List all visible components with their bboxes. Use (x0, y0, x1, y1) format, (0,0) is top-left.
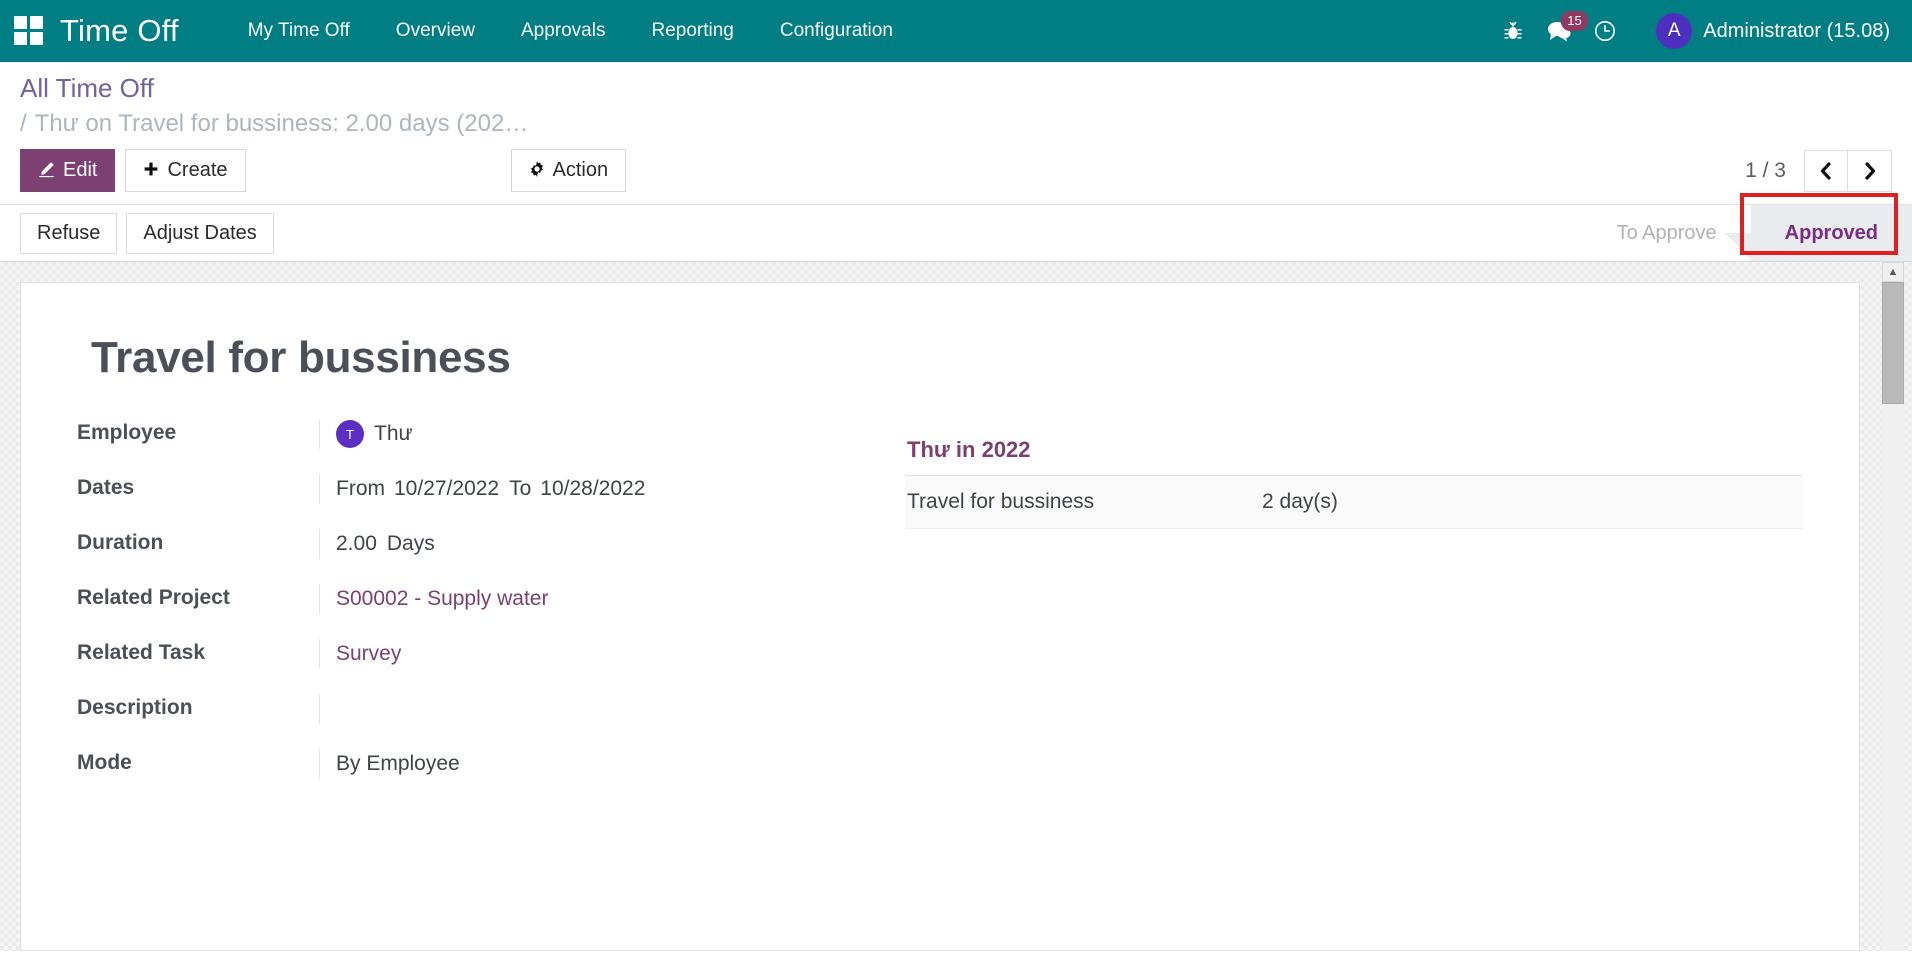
summary-leave-quantity: 2 day(s) (1262, 490, 1338, 514)
field-dates-label: Dates (77, 474, 319, 500)
menu-item-approvals[interactable]: Approvals (498, 11, 629, 51)
field-related-project: Related Project S00002 - Supply water (77, 584, 877, 614)
pencil-icon (38, 161, 55, 181)
chevron-right-icon[interactable] (1848, 150, 1892, 192)
messages-icon[interactable]: 15 (1536, 8, 1582, 54)
user-name-label: Administrator (15.08) (1703, 20, 1890, 43)
avatar: T (336, 420, 364, 448)
date-to-value: 10/28/2022 (540, 477, 645, 501)
field-mode: Mode By Employee (77, 749, 877, 779)
scrollbar-thumb[interactable] (1882, 282, 1904, 404)
status-stages: To Approve Approved (1583, 205, 1912, 261)
edit-button[interactable]: Edit (20, 149, 115, 192)
field-dates: Dates From 10/27/2022 To 10/28/2022 (77, 474, 877, 504)
form-columns: Employee T Thư Dates From 10/27/2022 (77, 419, 1803, 804)
field-duration: Duration 2.00 Days (77, 529, 877, 559)
breadcrumb-current-row: / Thư on Travel for bussiness: 2.00 days… (20, 110, 720, 138)
menu-item-reporting[interactable]: Reporting (628, 11, 756, 51)
status-stage-approved-label: Approved (1785, 222, 1878, 245)
refuse-button[interactable]: Refuse (20, 213, 117, 254)
field-employee-label: Employee (77, 419, 319, 445)
field-duration-number: 2.00 (336, 532, 377, 556)
menu-item-my-time-off[interactable]: My Time Off (225, 11, 373, 51)
field-employee: Employee T Thư (77, 419, 877, 449)
date-from-group: From 10/27/2022 (336, 477, 499, 501)
create-button-label: Create (167, 158, 227, 183)
form-sheet: Travel for bussiness Employee T Thư Date… (20, 282, 1860, 951)
action-button-label: Action (553, 158, 609, 183)
app-brand-title[interactable]: Time Off (60, 13, 179, 49)
field-related-task: Related Task Survey (77, 639, 877, 669)
breadcrumb-current-record: Thư on Travel for bussiness: 2.00 days (… (35, 110, 529, 138)
date-to-prefix: To (509, 477, 531, 501)
pager: 1 / 3 (1745, 150, 1892, 192)
status-stage-to-approve-label: To Approve (1617, 222, 1717, 245)
field-duration-value[interactable]: 2.00 Days (319, 529, 877, 559)
field-duration-unit: Days (387, 532, 435, 556)
plus-icon (143, 161, 159, 180)
date-to-group: To 10/28/2022 (509, 477, 645, 501)
date-from-value: 10/27/2022 (394, 477, 499, 501)
main-menu: My Time Off Overview Approvals Reporting… (225, 11, 916, 51)
triangle-up-icon[interactable]: ▲ (1882, 262, 1904, 282)
form-right-column: Thư in 2022 Travel for bussiness 2 day(s… (877, 419, 1803, 804)
apps-grid-square (14, 32, 27, 45)
field-employee-name: Thư (374, 422, 413, 446)
field-related-project-label: Related Project (77, 584, 319, 610)
field-dates-value[interactable]: From 10/27/2022 To 10/28/2022 (319, 474, 877, 504)
apps-grid-square (30, 16, 43, 29)
table-row: Travel for bussiness 2 day(s) (905, 476, 1803, 529)
action-button[interactable]: Action (511, 149, 627, 192)
pager-buttons (1804, 150, 1892, 192)
menu-item-configuration[interactable]: Configuration (757, 11, 916, 51)
status-badge[interactable]: Approved (1751, 205, 1912, 261)
date-from-prefix: From (336, 477, 385, 501)
field-description-value[interactable] (319, 694, 877, 724)
breadcrumb-root-link[interactable]: All Time Off (20, 74, 154, 104)
adjust-dates-button[interactable]: Adjust Dates (126, 213, 273, 254)
control-panel-buttons: Edit Create Action 1 / 3 (0, 137, 1912, 204)
summary-title-link[interactable]: Thư in 2022 (905, 437, 1803, 476)
bug-icon[interactable] (1490, 8, 1536, 54)
status-stage-to-approve[interactable]: To Approve (1583, 205, 1751, 261)
user-menu[interactable]: A Administrator (15.08) (1656, 13, 1890, 49)
vertical-scrollbar[interactable]: ▲ (1882, 262, 1904, 951)
apps-grid-square (14, 16, 27, 29)
field-related-project-value[interactable]: S00002 - Supply water (319, 584, 877, 614)
clock-icon[interactable] (1582, 8, 1628, 54)
field-mode-label: Mode (77, 749, 319, 775)
breadcrumb: All Time Off / Thư on Travel for bussine… (0, 62, 1912, 137)
field-related-task-value[interactable]: Survey (319, 639, 877, 669)
form-content-area: Travel for bussiness Employee T Thư Date… (0, 262, 1912, 951)
page-title: Travel for bussiness (91, 333, 1803, 383)
field-employee-value[interactable]: T Thư (319, 419, 877, 449)
chevron-left-icon[interactable] (1804, 150, 1848, 192)
navbar-systray: 15 A Administrator (15.08) (1490, 8, 1890, 54)
apps-grid-square (30, 32, 43, 45)
top-navbar: Time Off My Time Off Overview Approvals … (0, 0, 1912, 62)
apps-grid-icon[interactable] (14, 16, 44, 46)
scrollbar-track[interactable] (1882, 404, 1904, 951)
create-button[interactable]: Create (125, 149, 245, 192)
status-bar-actions: Refuse Adjust Dates (20, 205, 274, 261)
avatar: A (1656, 13, 1692, 49)
field-mode-value[interactable]: By Employee (319, 749, 877, 779)
menu-item-overview[interactable]: Overview (373, 11, 498, 51)
summary-leave-type: Travel for bussiness (907, 490, 1262, 514)
edit-button-label: Edit (63, 158, 97, 183)
breadcrumb-separator: / (20, 110, 27, 138)
field-description-label: Description (77, 694, 319, 720)
pager-count-label: 1 / 3 (1745, 159, 1786, 183)
status-bar: Refuse Adjust Dates To Approve Approved (0, 204, 1912, 262)
gear-icon (529, 161, 545, 180)
field-duration-label: Duration (77, 529, 319, 555)
control-panel: All Time Off / Thư on Travel for bussine… (0, 62, 1912, 204)
form-left-column: Employee T Thư Dates From 10/27/2022 (77, 419, 877, 804)
field-related-task-label: Related Task (77, 639, 319, 665)
field-description: Description (77, 694, 877, 724)
